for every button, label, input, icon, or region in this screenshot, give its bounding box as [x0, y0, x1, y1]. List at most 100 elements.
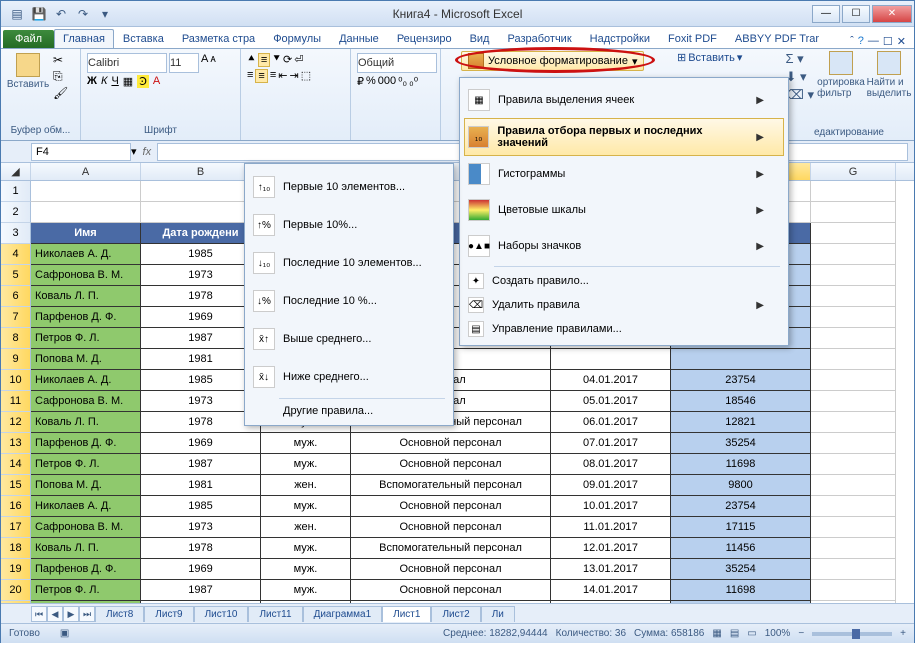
maximize-button[interactable]: ☐: [842, 5, 870, 23]
row-header[interactable]: 5: [1, 265, 31, 286]
cell-amount[interactable]: 9800: [671, 475, 811, 496]
cell-gender[interactable]: жен.: [261, 601, 351, 603]
row-header[interactable]: 14: [1, 454, 31, 475]
cell-date[interactable]: [551, 349, 671, 370]
cell-gender[interactable]: муж.: [261, 538, 351, 559]
row-header[interactable]: 6: [1, 286, 31, 307]
cell-date[interactable]: 13.01.2017: [551, 559, 671, 580]
cell-year[interactable]: 1981: [141, 475, 261, 496]
conditional-formatting-button[interactable]: Условное форматирование ▾: [461, 51, 644, 71]
cell-name[interactable]: Попова М. Д.: [31, 475, 141, 496]
cf-data-bars[interactable]: Гистограммы ▶: [464, 156, 784, 192]
below-average[interactable]: x̄↓ Ниже среднего...: [249, 358, 449, 396]
sort-filter-button[interactable]: ортировка фильтр: [820, 51, 862, 103]
currency-icon[interactable]: ₽: [357, 75, 364, 88]
cell-date[interactable]: 10.01.2017: [551, 496, 671, 517]
header-dob[interactable]: Дата рождени: [141, 223, 261, 244]
cell-dept[interactable]: Вспомогательный персонал: [351, 538, 551, 559]
cell-name[interactable]: Николаев А. Д.: [31, 244, 141, 265]
indent-dec-icon[interactable]: ⇤: [278, 69, 287, 83]
merge-icon[interactable]: ⬚: [301, 69, 311, 83]
namebox-arrow-icon[interactable]: ▾: [131, 145, 137, 158]
cf-new-rule[interactable]: ✦ Создать правило...: [464, 269, 784, 293]
grow-font-icon[interactable]: A: [201, 53, 208, 73]
shrink-font-icon[interactable]: ᴀ: [210, 53, 215, 73]
cell-date[interactable]: 05.01.2017: [551, 391, 671, 412]
view-normal-icon[interactable]: ▦: [712, 628, 721, 639]
sheet-tab[interactable]: Лист9: [144, 606, 193, 622]
cf-highlight-rules[interactable]: ▦ Правила выделения ячеек ▶: [464, 82, 784, 118]
cell-gender[interactable]: жен.: [261, 475, 351, 496]
autosum-icon[interactable]: Σ ▾: [785, 51, 814, 67]
cell-gender[interactable]: жен.: [261, 517, 351, 538]
font-size-input[interactable]: [169, 53, 199, 73]
fillcolor-icon[interactable]: Ꜿ: [137, 75, 149, 88]
underline-button[interactable]: Ч: [111, 75, 118, 88]
cell-dept[interactable]: Основной персонал: [351, 433, 551, 454]
cell-date[interactable]: 12.01.2017: [551, 538, 671, 559]
redo-icon[interactable]: ↷: [73, 4, 93, 24]
col-header-g[interactable]: G: [811, 163, 896, 180]
cell-amount[interactable]: 23754: [671, 370, 811, 391]
copy-icon[interactable]: ⎘: [53, 69, 68, 84]
cell-year[interactable]: 1978: [141, 412, 261, 433]
cell-name[interactable]: Сафронова В. М.: [31, 517, 141, 538]
minimize-ribbon-icon[interactable]: ˆ: [850, 35, 854, 48]
qat-dropdown-icon[interactable]: ▾: [95, 4, 115, 24]
cell-name[interactable]: Николаев А. Д.: [31, 496, 141, 517]
cell-year[interactable]: 1969: [141, 433, 261, 454]
bottom-10-items[interactable]: ↓₁₀ Последние 10 элементов...: [249, 244, 449, 282]
orientation-icon[interactable]: ⟳: [283, 53, 292, 67]
tab-data[interactable]: Данные: [330, 29, 388, 48]
cell-year[interactable]: 1987: [141, 328, 261, 349]
sheet-tab[interactable]: Диаграмма1: [303, 606, 383, 622]
row-header[interactable]: 10: [1, 370, 31, 391]
col-header-a[interactable]: A: [31, 163, 141, 180]
mdi-min-icon[interactable]: —: [868, 35, 879, 48]
save-icon[interactable]: 💾: [29, 4, 49, 24]
bold-button[interactable]: Ж: [87, 75, 97, 88]
file-tab[interactable]: Файл: [3, 30, 54, 48]
tab-formulas[interactable]: Формулы: [264, 29, 330, 48]
cell-year[interactable]: 1987: [141, 580, 261, 601]
tab-home[interactable]: Главная: [54, 29, 114, 48]
cell-gender[interactable]: муж.: [261, 496, 351, 517]
row-header[interactable]: 9: [1, 349, 31, 370]
other-rules[interactable]: Другие правила...: [249, 401, 449, 421]
tab-view[interactable]: Вид: [461, 29, 499, 48]
minimize-button[interactable]: —: [812, 5, 840, 23]
cell-name[interactable]: Парфенов Д. Ф.: [31, 433, 141, 454]
row-header[interactable]: 13: [1, 433, 31, 454]
bottom-10-percent[interactable]: ↓% Последние 10 %...: [249, 282, 449, 320]
row-header[interactable]: 17: [1, 517, 31, 538]
percent-icon[interactable]: %: [366, 75, 376, 88]
cell-amount[interactable]: 11456: [671, 538, 811, 559]
cell-amount[interactable]: 35254: [671, 433, 811, 454]
header-name[interactable]: Имя: [31, 223, 141, 244]
cell-date[interactable]: 09.01.2017: [551, 475, 671, 496]
cut-icon[interactable]: ✂: [53, 53, 68, 67]
comma-icon[interactable]: 000: [378, 75, 396, 88]
tab-review[interactable]: Рецензиро: [388, 29, 461, 48]
tab-foxit[interactable]: Foxit PDF: [659, 29, 726, 48]
tab-developer[interactable]: Разработчик: [498, 29, 580, 48]
cell-amount[interactable]: 18546: [671, 391, 811, 412]
row-header[interactable]: 8: [1, 328, 31, 349]
sheet-tab[interactable]: Лист10: [194, 606, 249, 622]
sheet-nav-prev[interactable]: ◀: [47, 606, 63, 622]
cell-dept[interactable]: Вспомогательный персонал: [351, 601, 551, 603]
view-layout-icon[interactable]: ▤: [730, 628, 739, 639]
sheet-nav-first[interactable]: ⏮: [31, 606, 47, 622]
sheet-nav-next[interactable]: ▶: [63, 606, 79, 622]
cell-name[interactable]: Попова М. Д.: [31, 601, 141, 603]
italic-button[interactable]: К: [101, 75, 107, 88]
cell-amount[interactable]: 17115: [671, 517, 811, 538]
cell-gender[interactable]: муж.: [261, 454, 351, 475]
cell-gender[interactable]: муж.: [261, 559, 351, 580]
sheet-tab[interactable]: Лист1: [382, 606, 431, 622]
font-name-input[interactable]: [87, 53, 167, 73]
row-header[interactable]: 7: [1, 307, 31, 328]
cell-name[interactable]: Парфенов Д. Ф.: [31, 307, 141, 328]
cf-clear-rules[interactable]: ⌫ Удалить правила ▶: [464, 293, 784, 317]
macro-rec-icon[interactable]: ▣: [60, 628, 69, 639]
